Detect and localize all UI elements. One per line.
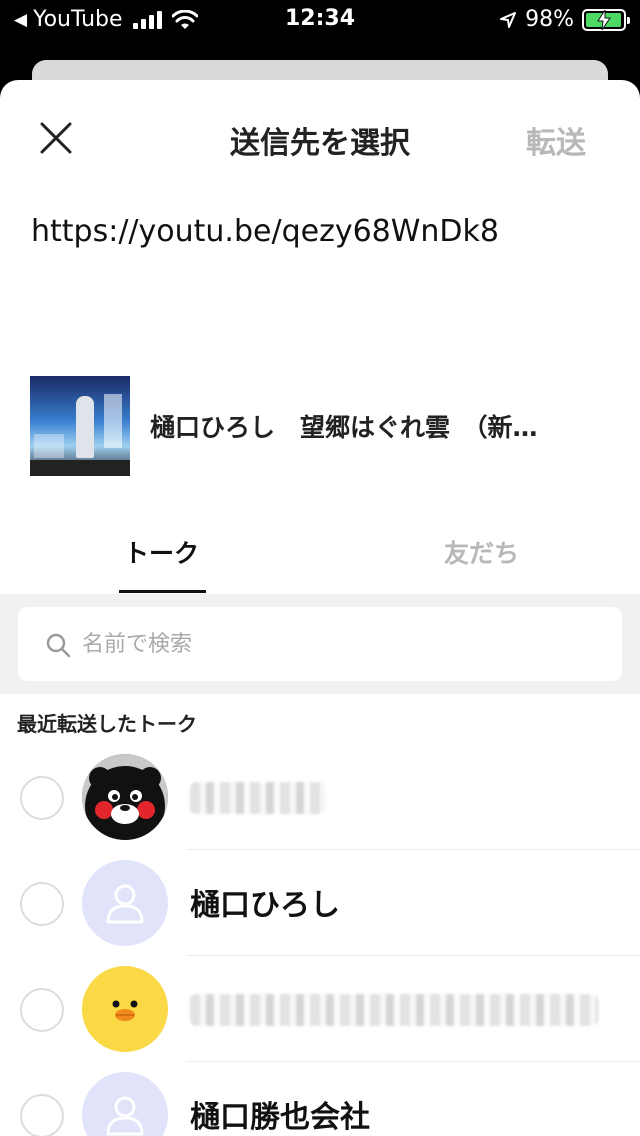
select-radio[interactable] <box>20 882 64 926</box>
forward-button[interactable]: 転送 <box>526 118 586 162</box>
preview-title: 樋口ひろし 望郷はぐれ雲 （新… <box>150 413 538 442</box>
search-area <box>0 594 640 694</box>
back-arrow-icon[interactable]: ◀ <box>14 10 27 30</box>
status-bar: ◀ YouTube 12:34 98% <box>0 0 640 40</box>
share-sheet: 送信先を選択 転送 https://youtu.be/qezy68WnDk8 樋… <box>0 80 640 1136</box>
default-person-avatar <box>82 1072 168 1136</box>
person-icon <box>106 884 144 924</box>
battery-percent: 98% <box>525 7 574 32</box>
select-radio[interactable] <box>20 776 64 820</box>
cellular-signal-icon <box>132 10 162 29</box>
active-tab-indicator <box>119 590 206 593</box>
location-arrow-icon <box>500 11 517 28</box>
back-to-app[interactable]: ◀ YouTube <box>14 7 198 32</box>
chat-name: 樋口勝也会社 <box>190 1100 370 1135</box>
search-icon <box>46 633 71 658</box>
list-item[interactable]: 樋口勝也会社 <box>0 1062 640 1136</box>
wifi-icon <box>171 9 198 29</box>
list-item[interactable] <box>0 956 640 1062</box>
search-box[interactable] <box>18 607 622 681</box>
default-person-avatar <box>82 860 168 946</box>
video-thumbnail <box>30 376 130 476</box>
link-preview: 樋口ひろし 望郷はぐれ雲 （新… <box>30 376 620 476</box>
tab-bar: トーク 友だち <box>0 510 640 594</box>
shared-url: https://youtu.be/qezy68WnDk8 <box>31 214 499 249</box>
battery-icon <box>582 8 630 31</box>
select-radio[interactable] <box>20 1094 64 1136</box>
recent-section-label: 最近転送したトーク <box>17 712 197 736</box>
select-radio[interactable] <box>20 988 64 1032</box>
back-app-label[interactable]: YouTube <box>33 7 122 32</box>
sheet-header: 送信先を選択 転送 <box>0 80 640 192</box>
list-item[interactable] <box>0 744 640 850</box>
tab-talk[interactable]: トーク <box>124 534 199 570</box>
search-input[interactable] <box>82 607 602 681</box>
obscured-name <box>190 782 326 814</box>
sally-chick-avatar <box>82 966 168 1052</box>
chat-name: 樋口ひろし <box>190 888 340 923</box>
person-icon <box>106 1096 144 1136</box>
obscured-name <box>190 994 598 1026</box>
close-icon[interactable] <box>36 118 76 158</box>
recent-chat-list: 樋口ひろし 樋口勝也会社 <box>0 744 640 1136</box>
list-item[interactable]: 樋口ひろし <box>0 850 640 956</box>
charging-bolt-icon <box>597 9 611 30</box>
tab-friends[interactable]: 友だち <box>444 534 519 570</box>
kumamon-avatar <box>82 754 168 840</box>
